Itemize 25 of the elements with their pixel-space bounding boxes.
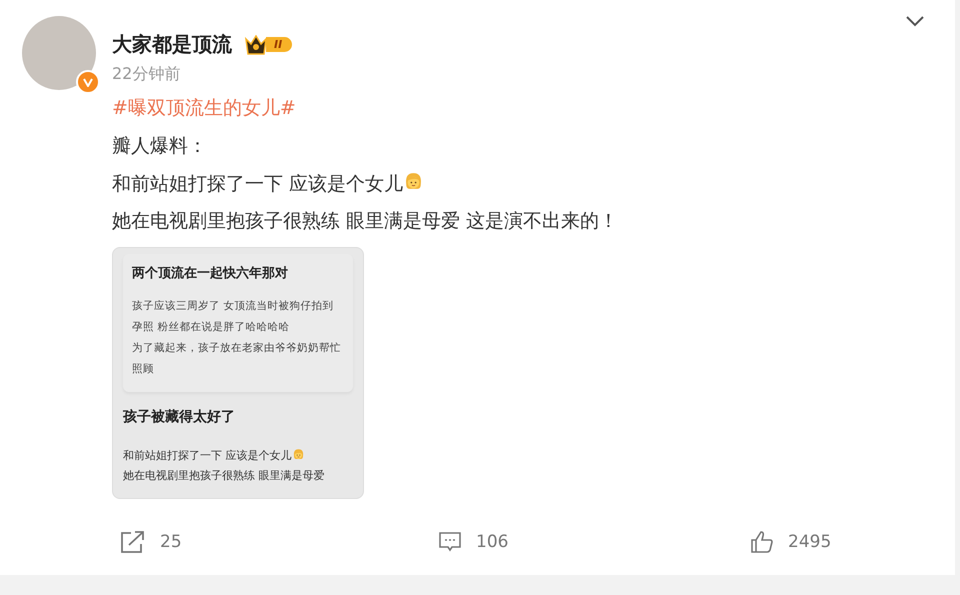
like-button[interactable]: 2495 [750, 530, 955, 554]
attached-screenshot[interactable]: 两个顶流在一起快六年那对 孩子应该三周岁了 女顶流当时被狗仔拍到 孕照 粉丝都在说是胖了哈哈哈哈 为了藏起来，孩子放在老家由爷爷奶奶帮忙 照顾 孩子被藏得太好了 和前站姐打探了一下 应该是个女儿 她在电视剧里抱孩子很熟练 眼里满是母爱 [112, 247, 364, 499]
thumbs-up-icon [750, 530, 774, 554]
comment-button[interactable]: 106 [438, 530, 750, 554]
crown-icon [244, 34, 268, 54]
level-badge: II [266, 37, 292, 52]
share-button[interactable]: 25 [120, 530, 438, 554]
share-icon [120, 530, 146, 554]
dropdown-chevron-icon[interactable] [905, 14, 925, 28]
hashtag-link[interactable]: #曝双顶流生的女儿# [112, 95, 618, 121]
card-text-line: 为了藏起来，孩子放在老家由爷爷奶奶帮忙 [132, 341, 342, 356]
woman-emoji-icon [292, 448, 304, 461]
comment-icon [438, 531, 462, 553]
screenshot-heading: 孩子被藏得太好了 [123, 408, 236, 426]
screenshot-text-line: 她在电视剧里抱孩子很熟练 眼里满是母爱 [123, 468, 326, 484]
post-text-line: 她在电视剧里抱孩子很熟练 眼里满是母爱 这是演不出来的！ [112, 209, 618, 233]
post-text-line: 和前站姐打探了一下 应该是个女儿 [112, 171, 618, 196]
card-text-line: 孩子应该三周岁了 女顶流当时被狗仔拍到 [132, 299, 334, 314]
card-text-line: 孕照 粉丝都在说是胖了哈哈哈哈 [132, 320, 290, 335]
post-text-line: 瓣人爆料： [112, 134, 208, 158]
post-time: 22分钟前 [112, 64, 182, 85]
screenshot-text-line: 和前站姐打探了一下 应该是个女儿 [123, 446, 363, 466]
card-title: 两个顶流在一起快六年那对 [132, 264, 289, 282]
card-text-line: 照顾 [132, 362, 155, 377]
username[interactable]: 大家都是顶流 [112, 31, 232, 58]
